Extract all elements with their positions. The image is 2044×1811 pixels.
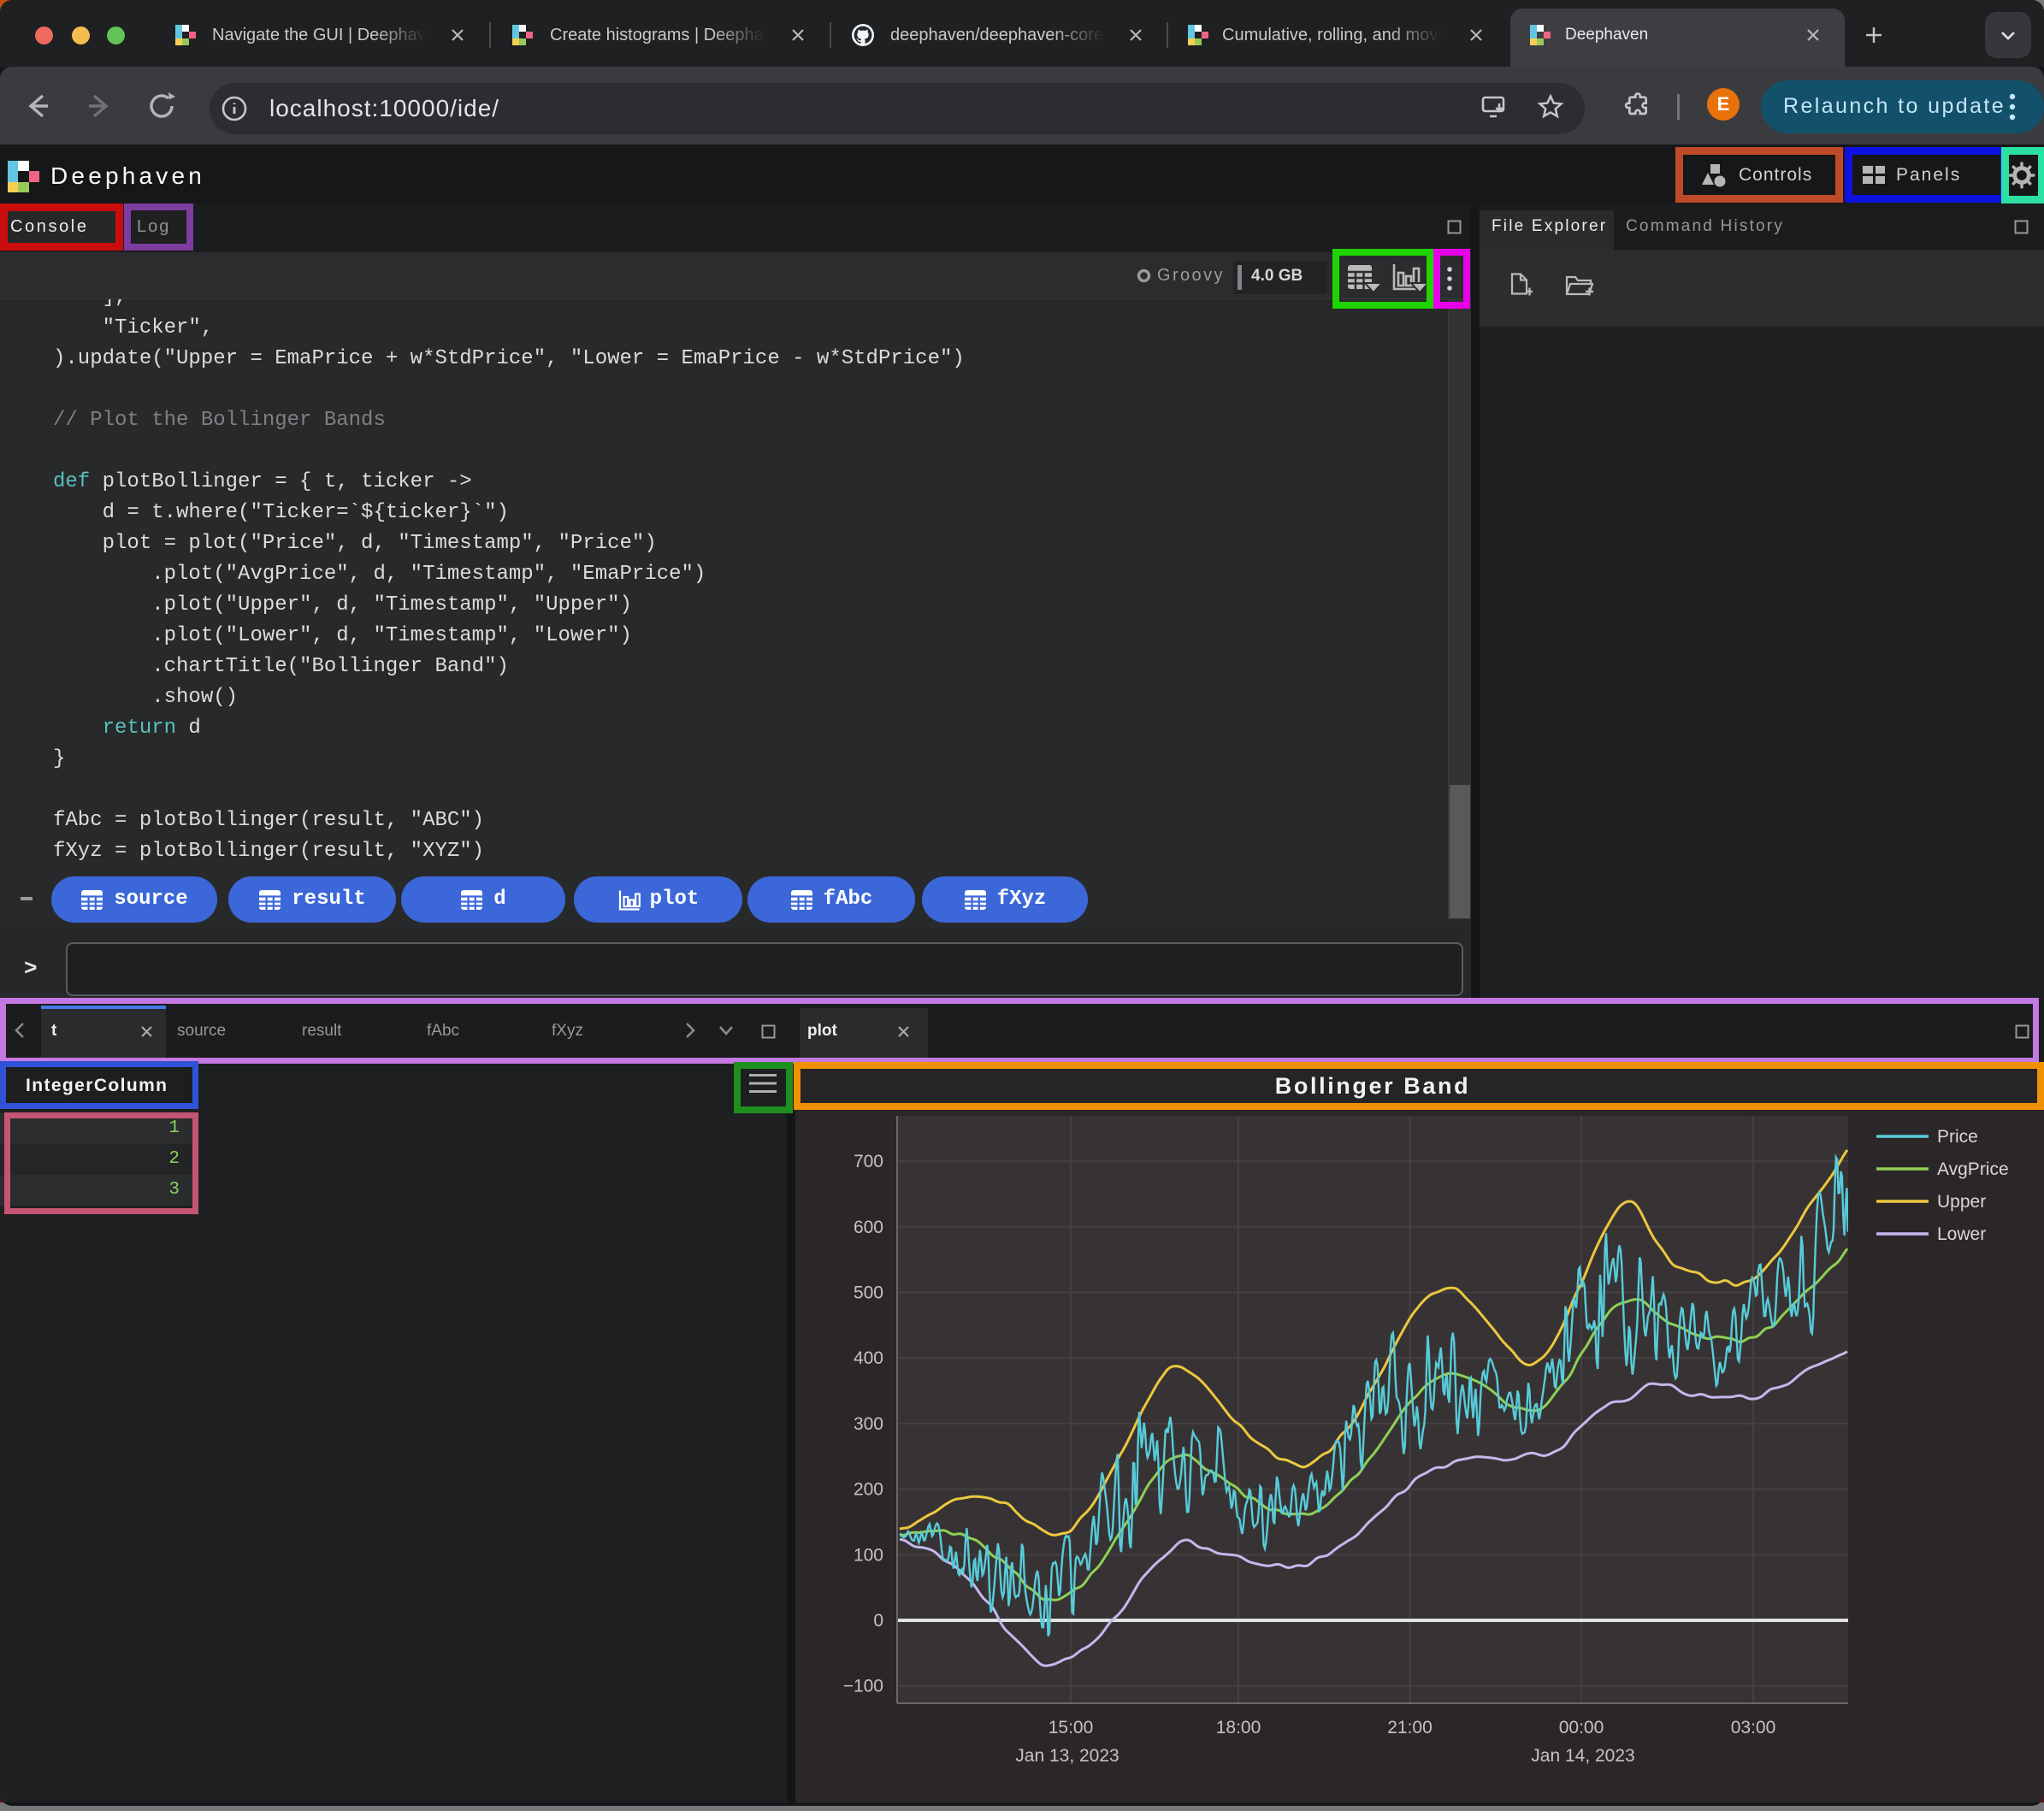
svg-text:600: 600: [854, 1218, 883, 1237]
svg-text:200: 200: [854, 1480, 883, 1500]
svg-text:300: 300: [854, 1414, 883, 1434]
svg-text:Price: Price: [1937, 1127, 1978, 1147]
svg-text:Jan 13, 2023: Jan 13, 2023: [1015, 1746, 1119, 1766]
svg-text:500: 500: [854, 1283, 883, 1303]
svg-text:Jan 14, 2023: Jan 14, 2023: [1531, 1746, 1634, 1766]
svg-text:15:00: 15:00: [1049, 1718, 1094, 1737]
svg-text:18:00: 18:00: [1216, 1718, 1261, 1737]
svg-text:400: 400: [854, 1348, 883, 1368]
svg-text:21:00: 21:00: [1387, 1718, 1433, 1737]
svg-text:100: 100: [854, 1545, 883, 1565]
svg-text:Upper: Upper: [1937, 1192, 1986, 1212]
svg-text:0: 0: [873, 1611, 883, 1631]
svg-text:03:00: 03:00: [1731, 1718, 1776, 1737]
svg-text:00:00: 00:00: [1559, 1718, 1604, 1737]
svg-text:AvgPrice: AvgPrice: [1937, 1159, 2009, 1179]
svg-text:700: 700: [854, 1152, 883, 1171]
svg-text:Lower: Lower: [1937, 1224, 1986, 1244]
svg-text:−100: −100: [843, 1677, 883, 1696]
